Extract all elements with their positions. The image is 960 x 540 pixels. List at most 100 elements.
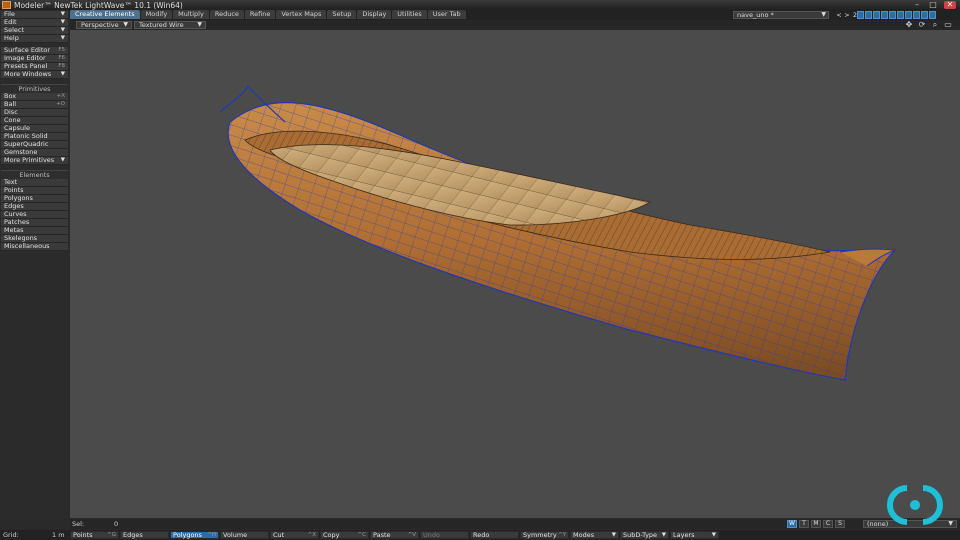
bottom-button-paste[interactable]: Paste ^V	[370, 531, 419, 539]
sidebar-item-label: Text	[4, 178, 18, 186]
window-controls: – □ ✕	[912, 1, 956, 9]
layer-buttons	[857, 11, 936, 19]
bottom-button-redo[interactable]: Redo	[470, 531, 519, 539]
sidebar-item-label: Gemstone	[4, 148, 38, 156]
move-view-icon[interactable]: ✥	[905, 21, 913, 29]
status-row: Sel: 0 WTMCS (none) ▼	[70, 519, 960, 529]
window-title: Modeler™ NewTek LightWave™ 10.1 (Win64)	[14, 0, 183, 10]
chevron-down-icon: ▼	[60, 19, 65, 25]
zoom-view-icon[interactable]: ⌕	[931, 21, 939, 29]
layer-button[interactable]	[913, 11, 920, 19]
bottom-button-layers[interactable]: Layers ▼	[670, 531, 719, 539]
toggle-t[interactable]: T	[799, 520, 809, 528]
shortcut-hint: ^C	[357, 532, 366, 538]
next-object-button[interactable]: >	[844, 11, 850, 19]
bottom-button-polygons[interactable]: Polygons ^H	[170, 531, 219, 539]
sidebar-item-label: Cone	[4, 116, 21, 124]
perspective-viewport[interactable]	[70, 30, 960, 518]
layer-button[interactable]	[873, 11, 880, 19]
layer-button[interactable]	[929, 11, 936, 19]
tab-modify[interactable]: Modify	[140, 10, 173, 19]
maximize-button[interactable]: □	[928, 1, 938, 9]
tab-vertex-maps[interactable]: Vertex Maps	[276, 10, 327, 19]
chevron-down-icon: ▼	[197, 21, 202, 28]
bottom-button-label: Symmetry	[523, 531, 557, 539]
sidebar-item-more-primitives[interactable]: More Primitives ▼	[1, 157, 68, 165]
bottom-button-edges[interactable]: Edges	[120, 531, 169, 539]
shortcut-hint: ^G	[107, 532, 116, 538]
object-name: nave_uno *	[737, 11, 774, 19]
sidebar-item-label: Presets Panel	[4, 62, 48, 70]
sidebar-item-more-windows[interactable]: More Windows ▼	[1, 71, 68, 79]
toggle-s[interactable]: S	[835, 520, 845, 528]
view-type-select[interactable]: Perspective ▼	[76, 21, 132, 29]
tab-bar: Creative Elements Modify Multiply Reduce Ref…	[0, 10, 960, 20]
bottom-button-modes[interactable]: Modes ▼	[570, 531, 619, 539]
layer-button[interactable]	[921, 11, 928, 19]
shading-select[interactable]: Textured Wire ▼	[134, 21, 206, 29]
shortcut-hint: ^H	[207, 532, 216, 538]
vertex-map-toggles: WTMCS	[787, 520, 845, 528]
bottom-button-label: Layers	[673, 531, 695, 539]
shortcut-hint: +O	[56, 101, 65, 107]
sidebar-item-label: Edit	[4, 18, 17, 26]
sidebar-item-label: Disc	[4, 108, 18, 116]
bottom-button-symmetry[interactable]: Symmetry ^Y	[520, 531, 569, 539]
chevron-down-icon: ▼	[60, 11, 65, 17]
bottom-button-volume[interactable]: Volume	[220, 531, 269, 539]
chevron-down-icon: ▼	[611, 532, 616, 538]
tab-creative-elements[interactable]: Creative Elements	[70, 10, 140, 19]
minimize-button[interactable]: –	[912, 1, 922, 9]
layer-button[interactable]	[905, 11, 912, 19]
shortcut-hint: ^Y	[558, 532, 566, 538]
shortcut-hint: F5	[58, 47, 65, 53]
sidebar-item-help[interactable]: Help ▼	[1, 35, 68, 43]
rotate-view-icon[interactable]: ⟳	[918, 21, 926, 29]
sidebar-item-label: More Primitives	[4, 156, 55, 164]
bottom-button-label: Undo	[423, 531, 440, 539]
sidebar-item-label: Ball	[4, 100, 17, 108]
tool-tabs: Creative Elements Modify Multiply Reduce Ref…	[70, 10, 467, 20]
toggle-c[interactable]: C	[823, 520, 833, 528]
bottom-button-cut[interactable]: Cut ^X	[270, 531, 319, 539]
bottom-button-label: Redo	[473, 531, 490, 539]
sidebar-item-miscellaneous[interactable]: Miscellaneous	[1, 243, 68, 251]
tab-display[interactable]: Display	[357, 10, 392, 19]
sidebar-item-label: Points	[4, 186, 24, 194]
tab-refine[interactable]: Refine	[244, 10, 276, 19]
layer-button[interactable]	[897, 11, 904, 19]
bottom-button-copy[interactable]: Copy ^C	[320, 531, 369, 539]
chevron-down-icon: ▼	[60, 27, 65, 33]
tab-utilities[interactable]: Utilities	[392, 10, 427, 19]
bottom-button-label: Cut	[273, 531, 285, 539]
object-selector[interactable]: nave_uno * ▼	[733, 11, 829, 19]
chevron-down-icon: ▼	[60, 157, 65, 163]
tab-user-tab[interactable]: User Tab	[427, 10, 466, 19]
layer-button[interactable]	[889, 11, 896, 19]
sidebar-item-label: Metas	[4, 226, 24, 234]
bottom-button-label: Polygons	[173, 531, 202, 539]
tab-multiply[interactable]: Multiply	[173, 10, 209, 19]
viewport-header: Perspective ▼ Textured Wire ▼ ✥ ⟳ ⌕ ▭	[70, 20, 960, 30]
bottom-button-subd-type[interactable]: SubD-Type ▼	[620, 531, 669, 539]
sidebar-item-label: Patches	[4, 218, 30, 226]
close-button[interactable]: ✕	[944, 1, 956, 9]
toggle-w[interactable]: W	[787, 520, 797, 528]
bottom-button-points[interactable]: Points ^G	[70, 531, 119, 539]
shortcut-hint: ^X	[307, 532, 316, 538]
layer-button[interactable]	[865, 11, 872, 19]
bottom-button-undo: Undo	[420, 531, 469, 539]
layer-button[interactable]	[881, 11, 888, 19]
shortcut-hint: +X	[56, 93, 65, 99]
layer-button[interactable]	[857, 11, 864, 19]
toggle-m[interactable]: M	[811, 520, 821, 528]
maximize-view-icon[interactable]: ▭	[944, 21, 952, 29]
tab-reduce[interactable]: Reduce	[209, 10, 244, 19]
sidebar-item-label: Miscellaneous	[4, 242, 50, 250]
sidebar-item-label: Skelegons	[4, 234, 38, 242]
layer-nav: < > 2	[836, 11, 858, 19]
prev-object-button[interactable]: <	[836, 11, 842, 19]
tab-setup[interactable]: Setup	[327, 10, 357, 19]
bottom-button-label: Modes	[573, 531, 595, 539]
sidebar-item-label: Capsule	[4, 124, 30, 132]
